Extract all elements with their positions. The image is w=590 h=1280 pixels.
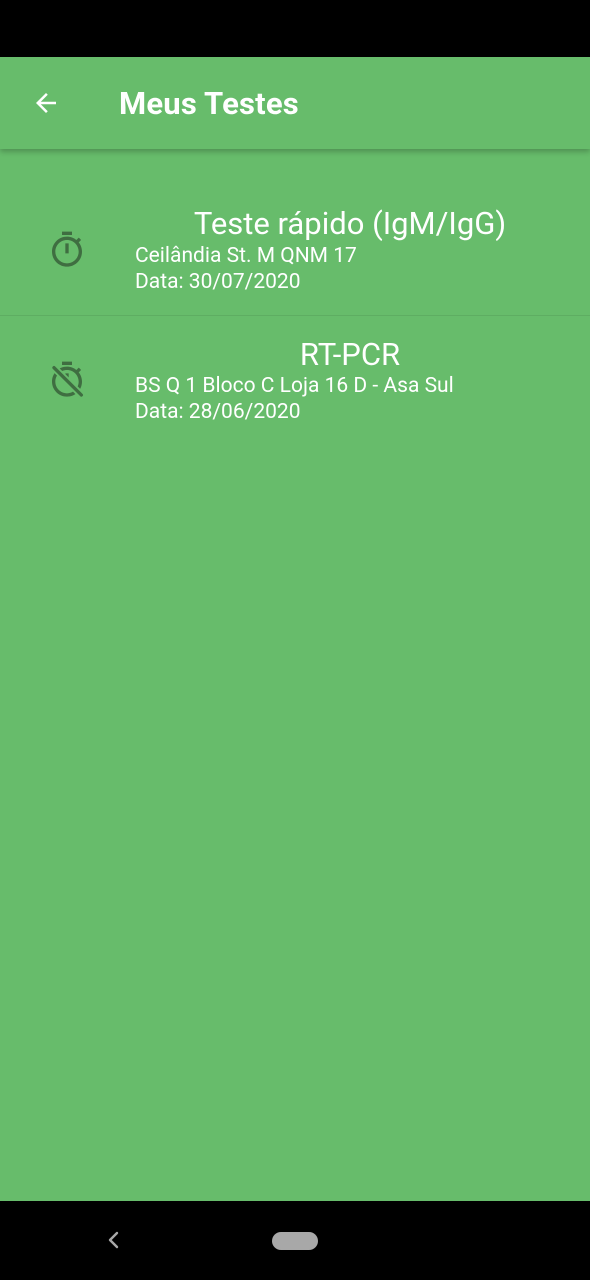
page-title: Meus Testes	[119, 85, 299, 122]
tests-list: Teste rápido (IgM/IgG) Ceilândia St. M Q…	[0, 149, 590, 446]
app-bar: Meus Testes	[0, 57, 590, 149]
test-title: RT-PCR	[299, 336, 401, 373]
list-item-test-rapido[interactable]: Teste rápido (IgM/IgG) Ceilândia St. M Q…	[0, 149, 590, 316]
list-item-rt-pcr[interactable]: RT-PCR BS Q 1 Bloco C Loja 16 D - Asa Su…	[0, 316, 590, 446]
back-button[interactable]	[22, 81, 70, 125]
system-nav-bar	[0, 1201, 590, 1280]
status-bar	[0, 0, 590, 57]
timer-off-icon	[50, 361, 85, 399]
test-date: Data: 28/06/2020	[135, 400, 301, 424]
chevron-left-icon[interactable]	[102, 1228, 126, 1252]
test-address: Ceilândia St. M QNM 17	[135, 244, 357, 268]
home-pill-icon[interactable]	[272, 1232, 318, 1250]
test-address: BS Q 1 Bloco C Loja 16 D - Asa Sul	[135, 374, 454, 398]
arrow-left-icon	[36, 93, 56, 113]
test-title: Teste rápido (IgM/IgG)	[193, 205, 507, 242]
test-date: Data: 30/07/2020	[135, 270, 301, 294]
timer-icon	[52, 231, 82, 267]
